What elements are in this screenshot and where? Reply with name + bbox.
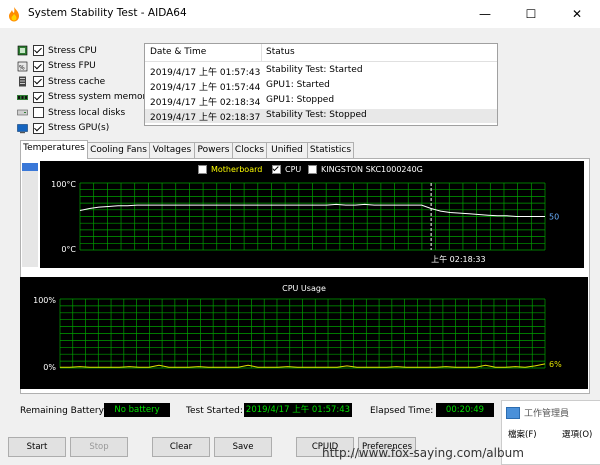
log-row-time: 2019/4/17 上午 02:18:34 [150, 98, 261, 108]
elapsed-time-value: 00:20:49 [436, 403, 494, 417]
fpu-icon: % [17, 61, 28, 72]
cpu-usage-ylabel-max: 100% [33, 296, 56, 305]
stress-option-stress-system-memory[interactable]: Stress system memory [17, 90, 152, 105]
log-header-divider [261, 44, 262, 61]
stress-option-stress-local-disks[interactable]: Stress local disks [17, 105, 147, 120]
task-manager-menu-file[interactable]: 檔案(F) [508, 428, 537, 440]
event-log-table: Date & Time Status 2019/4/17 上午 01:57:43… [144, 43, 498, 126]
legend-checkbox[interactable] [198, 165, 207, 174]
log-row-time: 2019/4/17 上午 01:57:44 [150, 83, 261, 93]
disk-icon [17, 107, 28, 118]
legend-checkbox[interactable] [308, 165, 317, 174]
save-button[interactable]: Save [214, 437, 272, 457]
stress-option-label: Stress cache [48, 76, 106, 87]
watermark-url: http://www.fox-saying.com/album [322, 446, 524, 460]
log-header: Date & Time Status [145, 44, 497, 62]
temperature-chart: 100°C 0°C 上午 02:18:33 50 Motherboard CPU KI… [40, 161, 584, 268]
task-manager-menu-options[interactable]: 選項(O) [562, 428, 592, 440]
legend-motherboard[interactable]: Motherboard [198, 165, 262, 174]
stop-button[interactable]: Stop [70, 437, 128, 457]
title-bar: System Stability Test - AIDA64 — ☐ ✕ [0, 0, 600, 28]
log-row[interactable]: 2019/4/17 上午 02:18:37 Stability Test: St… [145, 109, 497, 123]
close-button[interactable]: ✕ [554, 0, 600, 28]
stress-option-stress-fpu[interactable]: % Stress FPU [17, 59, 147, 74]
elapsed-time-label: Elapsed Time: [370, 406, 434, 416]
stress-option-label: Stress GPU(s) [48, 123, 110, 133]
window-title: System Stability Test - AIDA64 [28, 7, 187, 19]
stress-option-checkbox[interactable] [33, 60, 44, 72]
temperature-ylabel-max: 100°C [51, 180, 76, 189]
stress-option-label: Stress CPU [48, 45, 97, 56]
remaining-battery-label: Remaining Battery: [20, 406, 107, 416]
sensor-list-selection[interactable] [22, 163, 38, 171]
log-row-status: GPU1: Started [266, 80, 330, 90]
log-row-status: GPU1: Stopped [266, 95, 335, 105]
legend-label: KINGSTON SKC1000240G [321, 165, 423, 174]
log-row-status: Stability Test: Stopped [266, 110, 367, 120]
log-row-time: 2019/4/17 上午 02:18:37 [150, 113, 261, 123]
maximize-button[interactable]: ☐ [508, 0, 554, 28]
cpu-usage-plot: CPU Usage 100% 0% 6% [33, 284, 562, 372]
cpu-usage-chart: CPU Usage 100% 0% 6% [20, 277, 588, 389]
legend-kingston[interactable]: KINGSTON SKC1000240G [308, 165, 423, 174]
sensor-list-scrollbar[interactable] [22, 163, 38, 267]
log-row[interactable]: 2019/4/17 上午 01:57:44 GPU1: Started [145, 79, 497, 93]
legend-checkbox[interactable] [272, 165, 281, 174]
tab-unified[interactable]: Unified [266, 142, 308, 158]
log-row-status: Stability Test: Started [266, 65, 363, 75]
start-button[interactable]: Start [8, 437, 66, 457]
cpu-usage-title: CPU Usage [282, 284, 326, 293]
stress-option-checkbox[interactable] [33, 91, 44, 103]
legend-label: CPU [285, 165, 302, 174]
stress-option-checkbox[interactable] [33, 122, 44, 134]
tab-powers[interactable]: Powers [194, 142, 233, 158]
remaining-battery-value: No battery [104, 403, 170, 417]
log-row[interactable]: 2019/4/17 上午 02:18:34 GPU1: Stopped [145, 94, 497, 108]
temperature-ylabel-min: 0°C [61, 245, 76, 254]
stress-option-checkbox[interactable] [33, 76, 44, 87]
log-row[interactable]: 2019/4/17 上午 01:57:43 Stability Test: St… [145, 64, 497, 78]
cache-icon [17, 76, 28, 87]
stress-option-label: Stress local disks [48, 107, 126, 118]
temperature-marker-label: 上午 02:18:33 [431, 254, 485, 264]
task-manager-title: 工作管理員 [524, 409, 570, 419]
test-started-label: Test Started: [186, 406, 243, 416]
gpu-icon [17, 123, 28, 134]
memory-icon [17, 92, 28, 103]
stress-option-checkbox[interactable] [33, 45, 44, 56]
stress-option-stress-gpu-s[interactable]: Stress GPU(s) [17, 121, 147, 136]
tab-clocks[interactable]: Clocks [232, 142, 267, 158]
stress-option-label: Stress FPU [48, 61, 96, 71]
tab-voltages[interactable]: Voltages [149, 142, 195, 158]
stress-option-stress-cpu[interactable]: Stress CPU [17, 43, 147, 58]
tab-cooling-fans[interactable]: Cooling Fans [87, 142, 150, 158]
tab-temperatures[interactable]: Temperatures [20, 140, 88, 159]
minimize-button[interactable]: — [462, 0, 508, 28]
stress-option-label: Stress system memory [48, 92, 152, 102]
legend-cpu[interactable]: CPU [272, 165, 301, 174]
cpu-usage-ylabel-min: 0% [43, 363, 56, 372]
task-manager-icon [506, 407, 520, 419]
temperature-plot: 100°C 0°C 上午 02:18:33 50 [51, 180, 559, 264]
log-row-time: 2019/4/17 上午 01:57:43 [150, 68, 261, 78]
stress-option-checkbox[interactable] [33, 107, 44, 118]
aida64-flame-icon [9, 7, 19, 22]
log-header-status: Status [266, 47, 295, 57]
tab-statistics[interactable]: Statistics [307, 142, 354, 158]
stress-option-stress-cache[interactable]: Stress cache [17, 74, 147, 89]
temperature-current-value: 50 [549, 213, 559, 222]
log-header-datetime: Date & Time [150, 47, 207, 57]
clear-button[interactable]: Clear [152, 437, 210, 457]
cpu-usage-current-value: 6% [549, 360, 562, 369]
cpu-icon [17, 45, 28, 56]
svg-text:%: % [19, 64, 25, 71]
test-started-value: 2019/4/17 上午 01:57:43 [244, 403, 352, 417]
legend-label: Motherboard [211, 165, 263, 174]
